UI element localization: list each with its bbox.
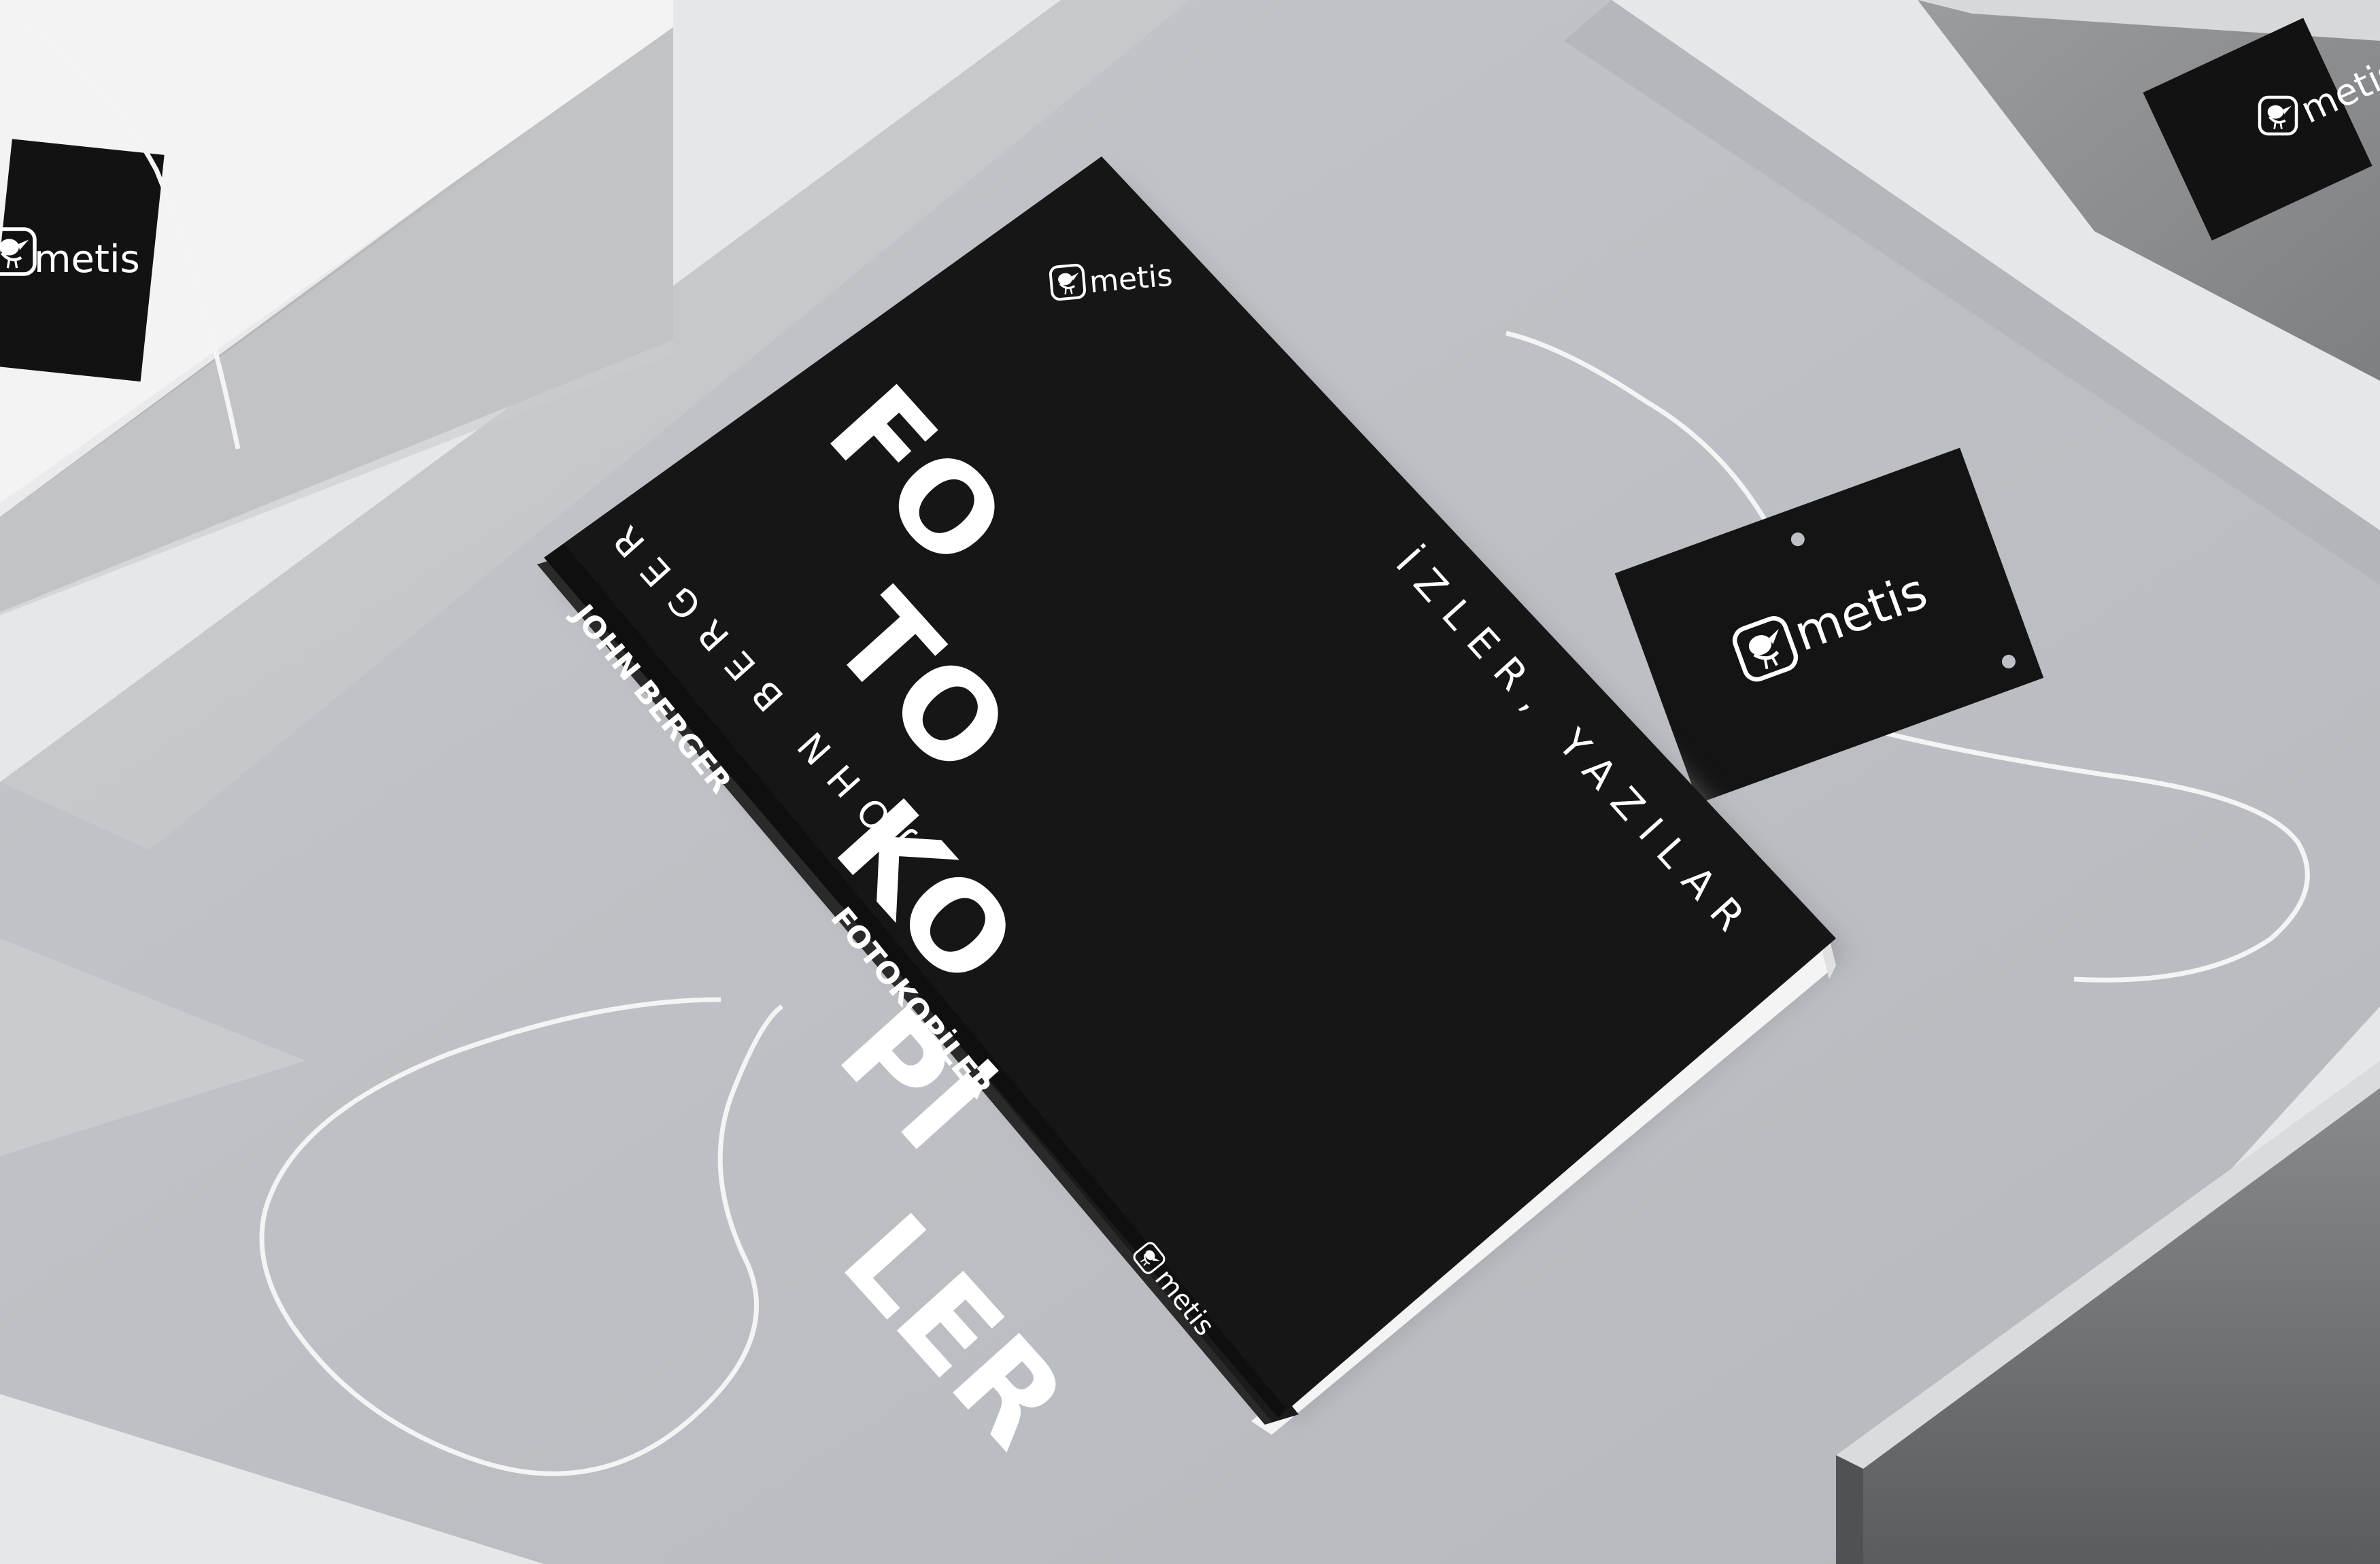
scene-illustration: metis metis metis FO TO KO Pİ LER İZLER,… [0, 0, 2380, 1564]
box-left-brand: metis [34, 237, 140, 282]
cover-publisher: metis [1088, 258, 1174, 300]
product-photo-scene: metis metis metis FO TO KO Pİ LER İZLER,… [0, 0, 2380, 1564]
